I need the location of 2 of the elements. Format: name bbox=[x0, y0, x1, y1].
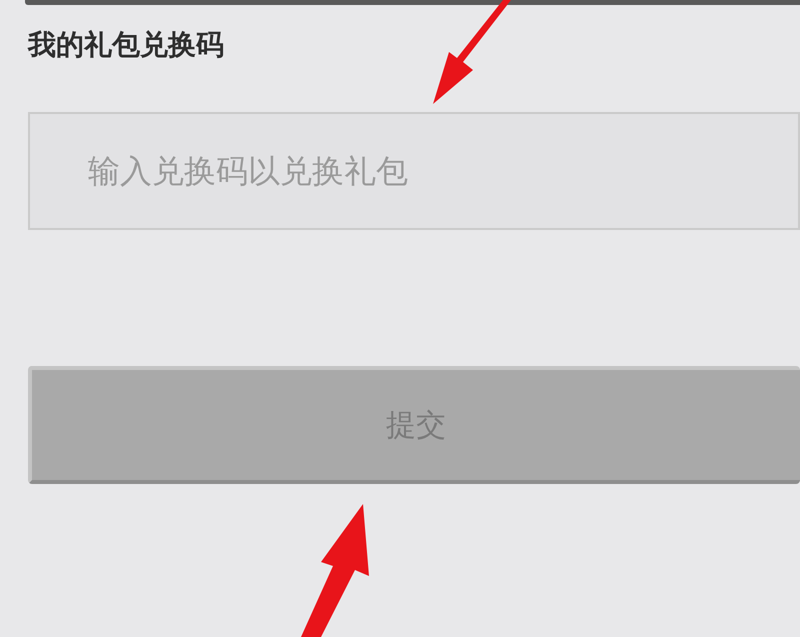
section-title: 我的礼包兑换码 bbox=[28, 27, 224, 63]
redeem-code-field[interactable]: 输入兑换码以兑换礼包 bbox=[28, 112, 800, 230]
